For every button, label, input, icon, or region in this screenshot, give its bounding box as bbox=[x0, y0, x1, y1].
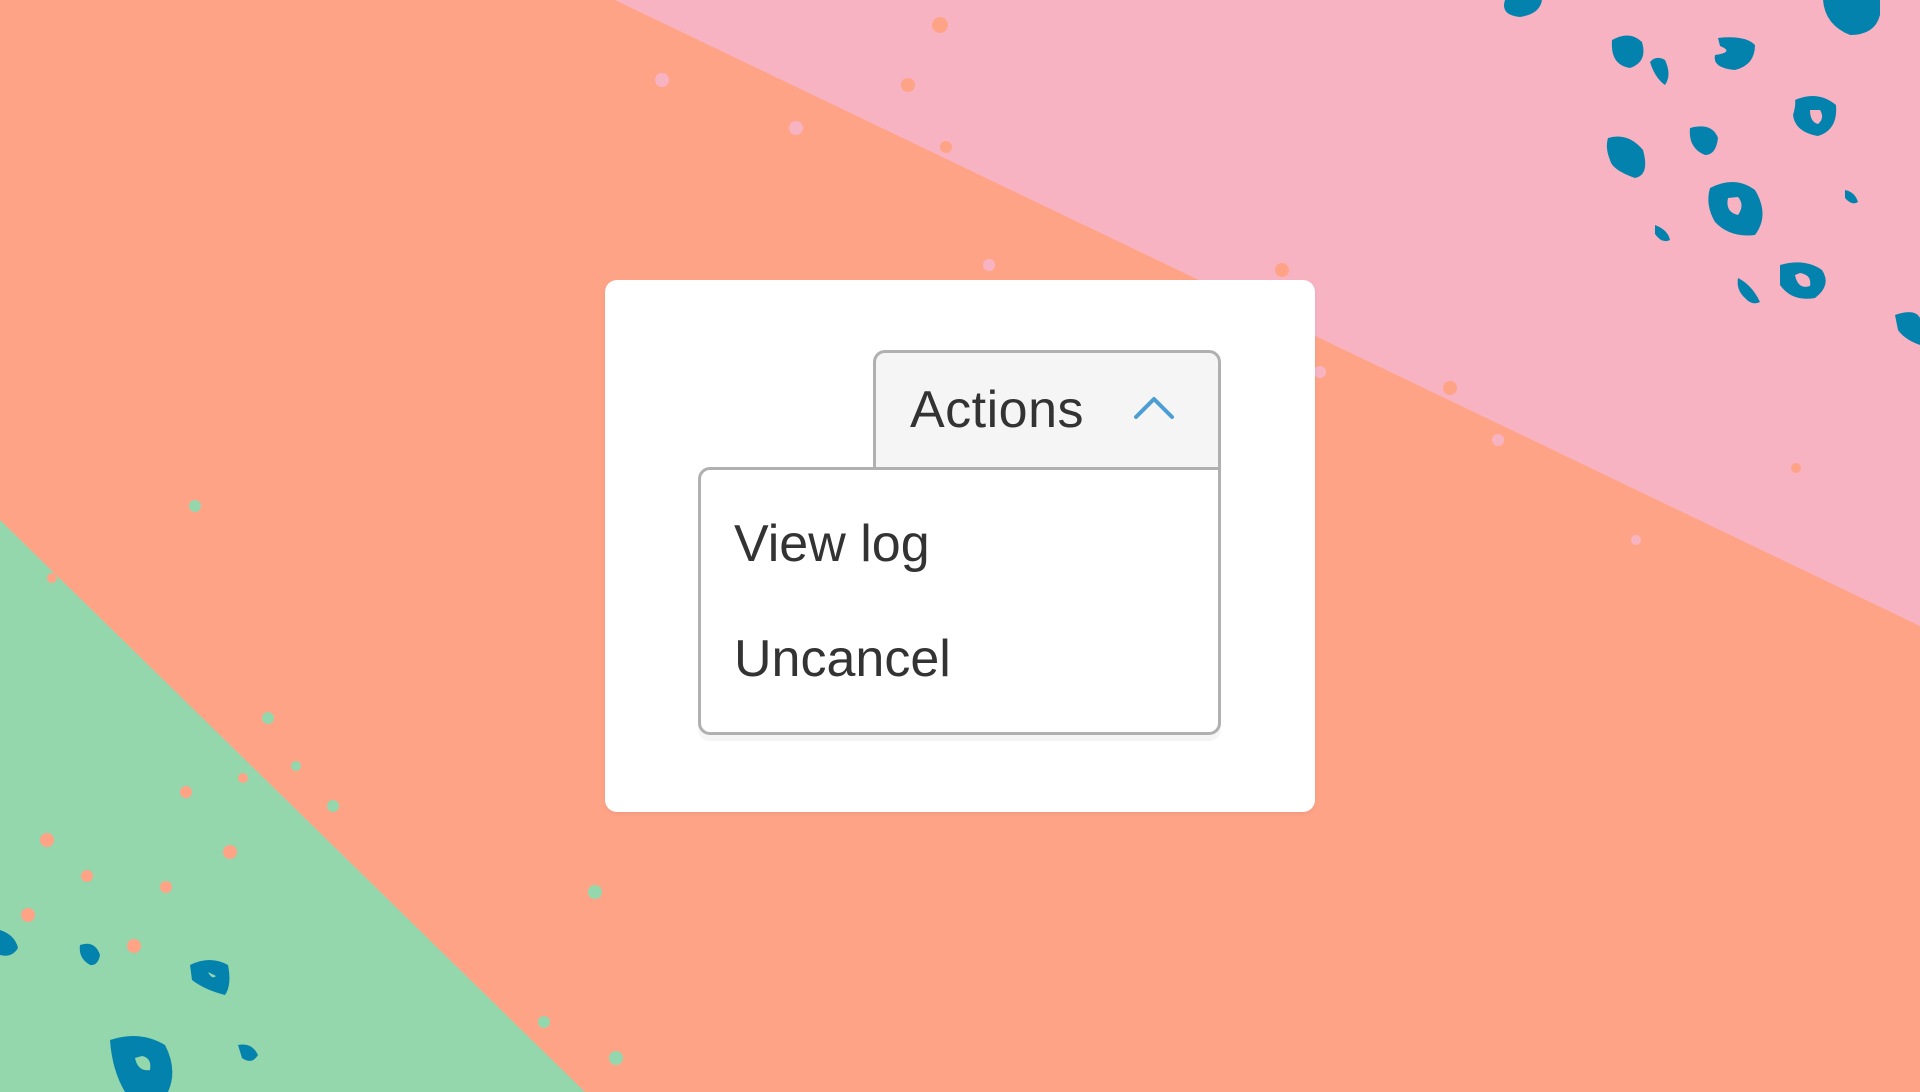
menu-item-view-log[interactable]: View log bbox=[734, 513, 930, 575]
actions-dropdown-button[interactable]: Actions bbox=[873, 350, 1221, 470]
menu-item-uncancel[interactable]: Uncancel bbox=[734, 628, 951, 690]
app-stage: Actions View log Uncancel bbox=[0, 0, 1920, 1092]
actions-dropdown-menu: View log Uncancel bbox=[698, 467, 1221, 735]
actions-button-label: Actions bbox=[910, 381, 1085, 439]
actions-card: Actions View log Uncancel bbox=[605, 280, 1315, 812]
chevron-up-icon bbox=[1134, 397, 1174, 419]
